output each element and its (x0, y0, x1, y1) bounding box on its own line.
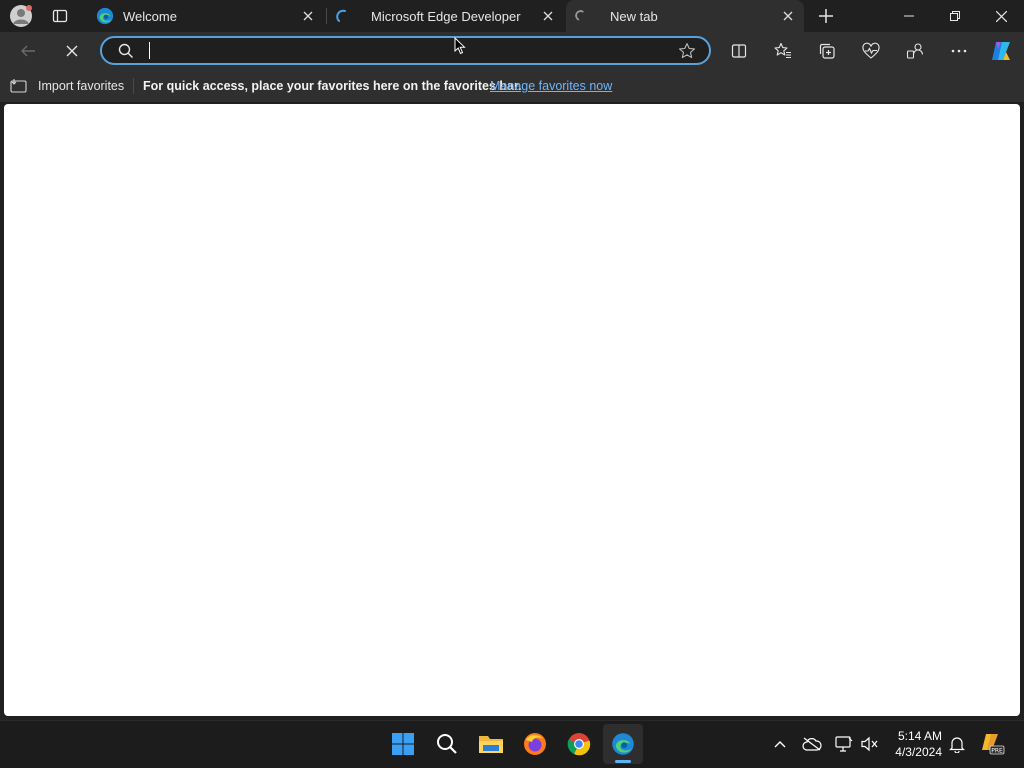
close-icon (783, 11, 793, 21)
loading-spinner-icon (575, 10, 584, 21)
tab-separator (326, 8, 327, 24)
import-favorites-button[interactable]: Import favorites (10, 76, 124, 96)
chrome-icon (567, 733, 591, 756)
tab-title: Welcome (123, 8, 177, 24)
cloud-offline-icon (802, 737, 822, 751)
close-icon (543, 11, 553, 21)
favorites-separator (133, 78, 134, 94)
favorites-icon (774, 42, 791, 59)
tab-new-tab[interactable]: New tab (566, 0, 804, 32)
page-content[interactable] (4, 104, 1020, 716)
back-arrow-icon (21, 45, 35, 57)
system-clock[interactable]: 5:14 AM 4/3/2024 (882, 728, 942, 760)
profile-avatar-icon (10, 5, 32, 27)
more-dots-icon (951, 49, 967, 53)
file-explorer-button[interactable] (471, 724, 511, 764)
text-caret (149, 42, 150, 59)
windows-logo-icon (392, 733, 414, 755)
tab-title: Microsoft Edge Developer (371, 8, 521, 24)
close-icon (66, 45, 78, 57)
active-app-indicator (615, 760, 631, 763)
manage-favorites-link[interactable]: Manage favorites now (490, 79, 612, 93)
copilot-pre-icon: PRE (982, 734, 1005, 755)
clock-time: 5:14 AM (897, 729, 942, 743)
address-bar[interactable] (100, 36, 711, 65)
copilot-preview-button[interactable]: PRE (976, 724, 1008, 764)
address-input[interactable] (148, 41, 652, 62)
back-button[interactable] (12, 35, 44, 67)
people-icon (906, 43, 924, 59)
close-tab-button[interactable] (540, 8, 556, 24)
split-screen-button[interactable] (723, 35, 755, 67)
edge-logo-icon (96, 7, 114, 25)
tab-edge-developer[interactable]: Microsoft Edge Developer (328, 0, 564, 32)
heart-pulse-icon (862, 42, 880, 59)
notifications-button[interactable] (944, 724, 970, 764)
firefox-icon (524, 733, 546, 755)
close-tab-button[interactable] (780, 8, 796, 24)
search-icon (437, 734, 457, 754)
vertical-tabs-button[interactable] (44, 0, 76, 32)
start-button[interactable] (383, 724, 423, 764)
add-favorite-button[interactable] (674, 38, 700, 64)
favorites-message: For quick access, place your favorites h… (143, 79, 522, 93)
plus-icon (819, 9, 833, 23)
search-taskbar-button[interactable] (427, 724, 467, 764)
svg-text:PRE: PRE (991, 748, 1003, 755)
chrome-button[interactable] (559, 724, 599, 764)
volume-tray-button[interactable] (856, 724, 884, 764)
copilot-icon (992, 42, 1010, 60)
bell-icon (949, 737, 965, 753)
new-tab-button[interactable] (810, 0, 842, 32)
close-icon (995, 10, 1007, 22)
mouse-cursor-icon (454, 37, 466, 55)
profile-button[interactable] (6, 3, 36, 29)
firefox-button[interactable] (515, 724, 555, 764)
star-icon (678, 43, 696, 59)
search-icon (117, 42, 135, 60)
close-tab-button[interactable] (300, 8, 316, 24)
clock-date: 4/3/2024 (895, 745, 942, 759)
minimize-button[interactable] (886, 0, 932, 32)
collections-icon (819, 43, 835, 59)
favorites-button[interactable] (767, 35, 799, 67)
edge-logo-icon (612, 733, 634, 755)
close-window-button[interactable] (978, 0, 1024, 32)
tab-title: New tab (610, 8, 658, 24)
collections-button[interactable] (811, 35, 843, 67)
chevron-up-icon (774, 741, 786, 748)
onedrive-tray-button[interactable] (798, 724, 826, 764)
import-icon (10, 79, 27, 93)
minimize-icon (904, 15, 914, 17)
close-icon (303, 11, 313, 21)
copilot-button[interactable] (985, 35, 1017, 67)
tab-welcome[interactable]: Welcome (88, 0, 324, 32)
show-hidden-icons-button[interactable] (766, 724, 794, 764)
restore-icon (950, 11, 960, 21)
restore-button[interactable] (932, 0, 978, 32)
network-icon (835, 736, 853, 752)
extensions-button[interactable] (899, 35, 931, 67)
loading-spinner-icon (336, 9, 346, 22)
stop-loading-button[interactable] (56, 35, 88, 67)
browser-essentials-button[interactable] (855, 35, 887, 67)
split-screen-icon (731, 44, 747, 58)
import-favorites-label: Import favorites (38, 79, 125, 93)
tab-actions-icon (52, 9, 68, 23)
edge-taskbar-button[interactable] (603, 724, 643, 764)
settings-more-button[interactable] (943, 35, 975, 67)
folder-icon (479, 736, 503, 753)
speaker-muted-icon (861, 736, 878, 752)
network-tray-button[interactable] (830, 724, 858, 764)
